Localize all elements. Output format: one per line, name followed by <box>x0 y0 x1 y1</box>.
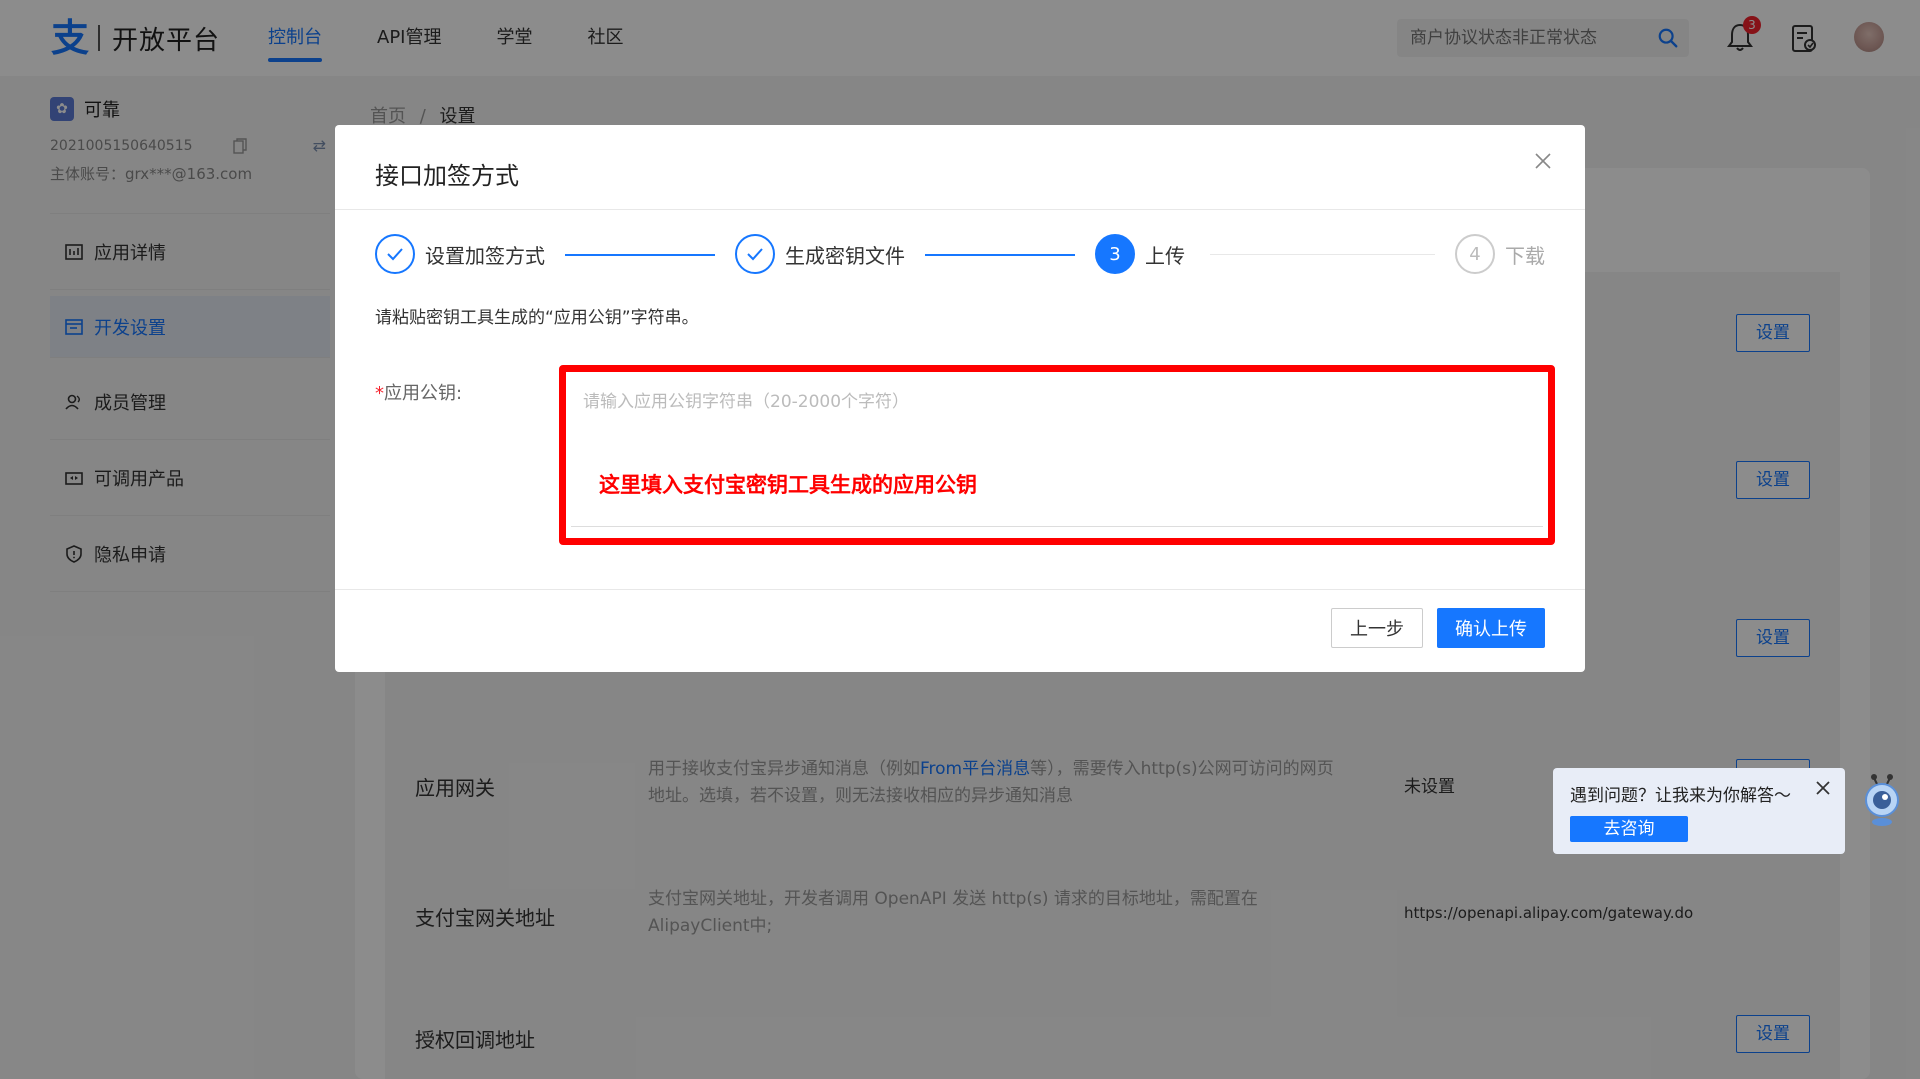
step-connector <box>1210 254 1435 255</box>
step-connector <box>565 254 715 256</box>
step-label: 生成密钥文件 <box>785 243 905 268</box>
modal-header-divider <box>335 209 1585 210</box>
step-label: 设置加签方式 <box>425 243 545 268</box>
step-4: 4 下载 <box>1455 234 1545 274</box>
sign-method-modal: 接口加签方式 设置加签方式 生成密钥文件 3 上传 4 下载 请粘贴密钥工具生成… <box>335 125 1585 672</box>
step-3: 3 上传 <box>1095 234 1185 274</box>
check-icon <box>375 234 415 274</box>
step-label: 上传 <box>1145 243 1185 268</box>
step-connector <box>925 254 1075 256</box>
annotation-text: 这里填入支付宝密钥工具生成的应用公钥 <box>599 473 977 497</box>
close-icon[interactable] <box>1533 151 1553 171</box>
public-key-field <box>571 377 1543 527</box>
required-mark: * <box>375 383 384 404</box>
steps: 设置加签方式 生成密钥文件 3 上传 4 下载 <box>375 234 1545 276</box>
help-widget: 遇到问题？让我来为你解答～ 去咨询 <box>1553 768 1845 854</box>
public-key-input[interactable] <box>571 377 1543 526</box>
step-label: 下载 <box>1505 243 1545 268</box>
step-number: 3 <box>1095 234 1135 274</box>
help-text: 遇到问题？让我来为你解答～ <box>1570 786 1791 806</box>
close-icon[interactable] <box>1815 780 1831 796</box>
previous-step-button[interactable]: 上一步 <box>1331 608 1423 648</box>
step-2: 生成密钥文件 <box>735 234 905 274</box>
step-1: 设置加签方式 <box>375 234 545 274</box>
check-icon <box>735 234 775 274</box>
consult-button[interactable]: 去咨询 <box>1570 816 1688 842</box>
instruction-text: 请粘贴密钥工具生成的“应用公钥”字符串。 <box>375 308 699 328</box>
confirm-upload-button[interactable]: 确认上传 <box>1437 608 1545 648</box>
step-number: 4 <box>1455 234 1495 274</box>
modal-title: 接口加签方式 <box>375 162 519 190</box>
robot-assistant-icon[interactable] <box>1860 772 1904 828</box>
public-key-label: *应用公钥: <box>375 383 463 404</box>
modal-footer-divider <box>335 589 1585 590</box>
